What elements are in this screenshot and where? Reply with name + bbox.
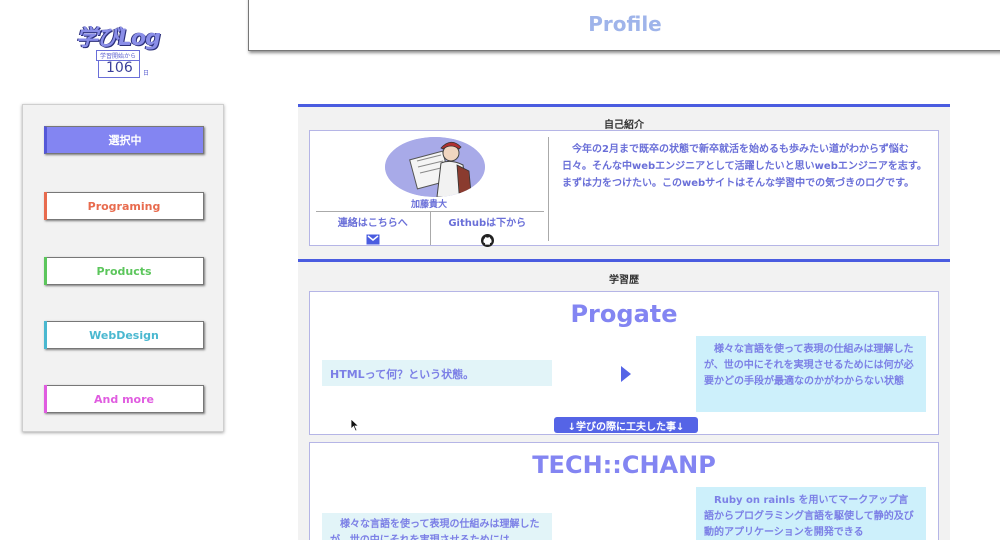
section-divider <box>298 104 950 107</box>
course-after: Ruby on rainls を用いてマークアップ言語からプログラミング言語を駆… <box>696 487 926 540</box>
nav-item-edge <box>44 257 47 285</box>
contact-label: 連絡はこちらへ <box>337 218 408 229</box>
nav-item-edge <box>44 192 47 220</box>
course-title: Progate <box>570 300 678 328</box>
tips-toggle-button[interactable]: ↓学びの際に工夫した事↓ <box>554 417 698 433</box>
nav-item-edge <box>44 385 47 413</box>
nav-item-programing[interactable]: Programing <box>44 192 204 220</box>
nav-item-label: Products <box>96 264 152 278</box>
page-header: Profile <box>248 0 1000 51</box>
course-before: HTMLって何？という状態。 <box>322 360 552 386</box>
course-before: 様々な言語を使って表現の仕組みは理解したが、世の中にそれを実現させるためには <box>322 513 552 540</box>
profile-name: 加藤貴大 <box>410 200 447 210</box>
sidebar: 選択中 Programing Products WebDesign And mo… <box>22 104 224 432</box>
day-counter-unit: 日 <box>143 70 150 77</box>
intro-section-title: 自己紹介 <box>604 120 644 131</box>
nav-item-label: 選択中 <box>108 134 142 147</box>
nav-item-selected[interactable]: 選択中 <box>44 126 204 154</box>
course-after: 様々な言語を使って表現の仕組みは理解したが、世の中にそれを実現させるためには何が… <box>696 336 926 412</box>
avatar <box>385 137 485 197</box>
course-card-techcamp: TECH::CHANP Ruby on rainls を用いてマークアップ言語か… <box>309 442 939 540</box>
intro-card: 加藤貴大 連絡はこちらへ Githubは下から 今年の2月まで既卒の状態で新卒就… <box>309 130 939 247</box>
page: 学びLog 学習開始から 106 日 Profile 選択中 Programin… <box>0 0 1000 540</box>
github-label: Githubは下から <box>448 218 527 229</box>
mouse-cursor-icon <box>350 418 360 432</box>
nav-item-and-more[interactable]: And more <box>44 385 204 413</box>
history-section-title: 学習歴 <box>609 275 639 286</box>
logo-title: 学びLog <box>76 26 161 51</box>
nav-item-label: Programing <box>87 199 161 213</box>
nav-item-label: WebDesign <box>89 328 159 342</box>
course-card-progate: Progate HTMLって何？という状態。 様々な言語を使って表現の仕組みは理… <box>309 291 939 435</box>
nav-item-label: And more <box>94 392 154 406</box>
intro-text: 今年の2月まで既卒の状態で新卒就活を始めるも歩みたい道がわからず悩む日々。そんな… <box>562 144 927 189</box>
contact-row: 連絡はこちらへ Githubは下から <box>316 211 545 247</box>
avatar-illustration <box>385 137 485 197</box>
contact-mail-cell: 連絡はこちらへ <box>316 212 430 245</box>
github-icon[interactable] <box>480 234 494 247</box>
page-title: Profile <box>588 11 662 36</box>
day-counter: 106 <box>106 60 133 76</box>
arrow-right-icon <box>621 366 631 382</box>
nav-item-webdesign[interactable]: WebDesign <box>44 321 204 349</box>
contact-github-cell: Githubは下から <box>429 212 545 247</box>
site-logo[interactable]: 学びLog 学習開始から 106 日 <box>70 18 180 82</box>
nav-item-edge <box>44 321 47 349</box>
intro-divider <box>548 137 549 241</box>
mail-icon[interactable] <box>366 234 380 245</box>
main-content: 自己紹介 加藤貴大 連絡はこちらへ Githubは下から 今年の2月まで既卒の状… <box>298 104 950 540</box>
course-title: TECH::CHANP <box>532 451 716 479</box>
section-divider <box>298 259 950 262</box>
nav-item-products[interactable]: Products <box>44 257 204 285</box>
